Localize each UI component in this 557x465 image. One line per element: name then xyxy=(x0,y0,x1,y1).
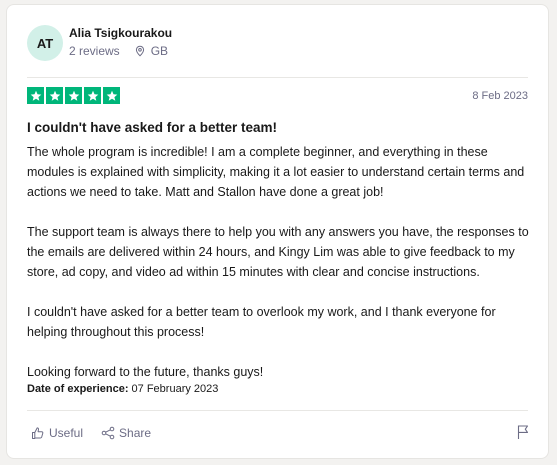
review-paragraph: Looking forward to the future, thanks gu… xyxy=(27,365,264,379)
experience-date: 07 February 2023 xyxy=(131,383,219,395)
experience-label: Date of experience: xyxy=(27,383,129,395)
reviewer-country: GB xyxy=(150,44,169,58)
review-count: 2 reviews xyxy=(69,44,120,58)
date-of-experience: Date of experience: 07 February 2023 xyxy=(27,383,218,395)
flag-icon xyxy=(517,425,529,439)
review-body: The whole program is incredible! I am a … xyxy=(27,142,535,402)
review-title[interactable]: I couldn't have asked for a better team! xyxy=(27,120,277,135)
reviewer-name[interactable]: Alia Tsigkourakou xyxy=(69,26,172,40)
star-icon xyxy=(103,87,120,104)
divider xyxy=(27,77,528,78)
star-icon xyxy=(65,87,82,104)
location-pin-icon xyxy=(135,45,144,57)
review-paragraph: The whole program is incredible! I am a … xyxy=(27,145,525,199)
star-rating xyxy=(27,87,120,104)
useful-label: Useful xyxy=(49,426,84,440)
review-card: AT Alia Tsigkourakou 2 reviews GB 8 Feb … xyxy=(6,4,549,459)
review-paragraph: I couldn't have asked for a better team … xyxy=(27,305,496,339)
star-icon xyxy=(46,87,63,104)
avatar[interactable]: AT xyxy=(27,25,63,61)
reviewer-meta: 2 reviews GB xyxy=(69,44,168,58)
avatar-initials: AT xyxy=(36,35,54,51)
share-button[interactable]: Share xyxy=(101,426,151,440)
divider xyxy=(27,410,528,411)
review-actions: Useful Share xyxy=(31,426,151,440)
review-date: 8 Feb 2023 xyxy=(472,90,528,102)
thumbs-up-icon xyxy=(32,427,44,439)
report-button[interactable] xyxy=(516,424,530,445)
star-icon xyxy=(84,87,101,104)
star-icon xyxy=(27,87,44,104)
share-label: Share xyxy=(119,426,152,440)
share-icon xyxy=(101,426,115,440)
review-paragraph: The support team is always there to help… xyxy=(27,225,529,279)
useful-button[interactable]: Useful xyxy=(31,426,83,440)
